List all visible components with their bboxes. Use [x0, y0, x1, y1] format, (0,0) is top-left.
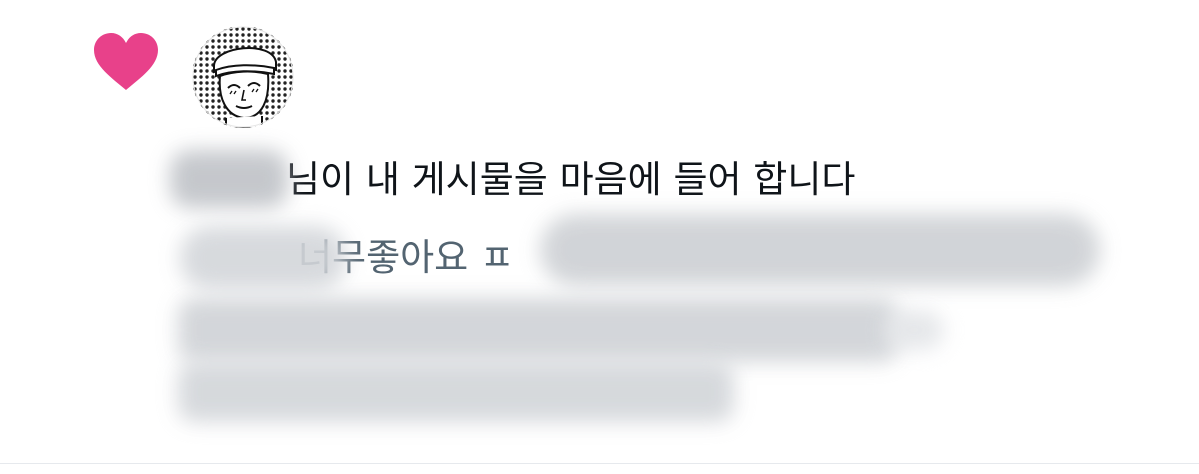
- post-preview-text: 너무좋아요: [298, 236, 469, 279]
- heart-icon: [94, 33, 158, 90]
- notification-title-text: 님이 내 게시물을 마음에 들어 합니다: [286, 158, 856, 201]
- notification-text: 님이 내 게시물을 마음에 들어 합니다 너무좋아요 ㅍ: [174, 148, 1074, 448]
- divider: [0, 463, 1199, 464]
- notification-item[interactable]: 님이 내 게시물을 마음에 들어 합니다 너무좋아요 ㅍ: [0, 0, 1199, 474]
- cartoon-avatar-icon: [192, 26, 294, 128]
- post-preview: 너무좋아요 ㅍ: [174, 226, 514, 290]
- notification-title: 님이 내 게시물을 마음에 들어 합니다: [174, 148, 855, 212]
- user-avatar[interactable]: [192, 26, 294, 128]
- post-preview-continuation: ㅍ: [479, 236, 515, 279]
